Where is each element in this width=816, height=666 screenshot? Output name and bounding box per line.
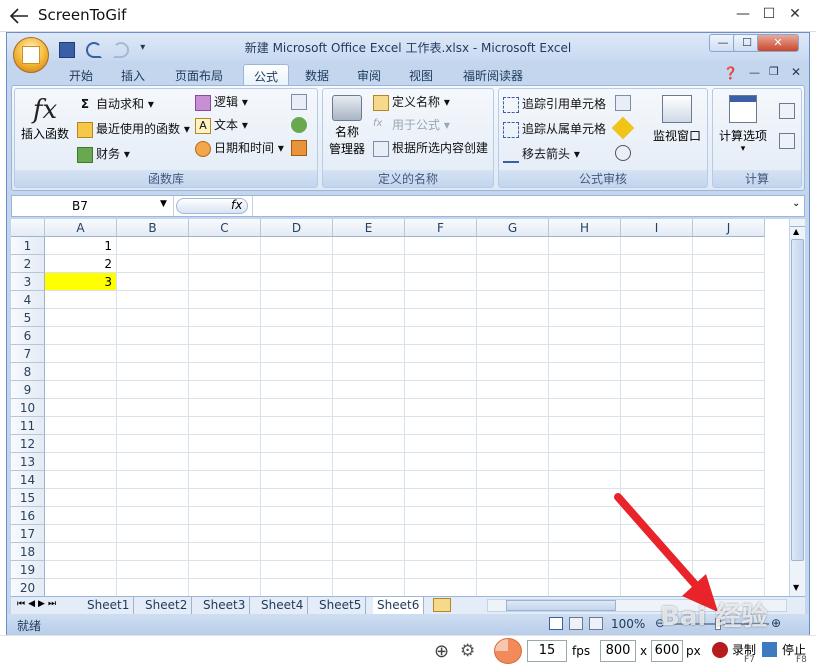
height-input[interactable]: 600 — [651, 640, 683, 662]
px-label: px — [686, 644, 701, 658]
record-button[interactable]: 录制 F7 — [710, 639, 760, 665]
record-icon — [712, 642, 728, 658]
screentogif-footer: ⊕ ⚙ 15 fps 800 x 600 px 录制 F7 停止 F8 — [0, 635, 816, 666]
office-logo-icon — [22, 46, 40, 64]
width-input[interactable]: 800 — [600, 640, 636, 662]
crosshair-icon[interactable]: ⊕ — [434, 641, 449, 662]
fps-input[interactable]: 15 — [527, 640, 567, 662]
office-button[interactable] — [13, 37, 49, 73]
stop-button[interactable]: 停止 F8 — [760, 639, 814, 665]
baidu-watermark: Bai 经验 — [660, 602, 768, 632]
red-arrow-icon — [614, 493, 704, 594]
frame-rate-dial-icon[interactable] — [494, 638, 522, 664]
settings-gear-icon[interactable]: ⚙ — [460, 641, 475, 661]
annotation-overlay — [614, 493, 718, 612]
stop-icon — [762, 642, 777, 657]
times-label: x — [640, 644, 648, 658]
fps-label: fps — [572, 644, 591, 658]
